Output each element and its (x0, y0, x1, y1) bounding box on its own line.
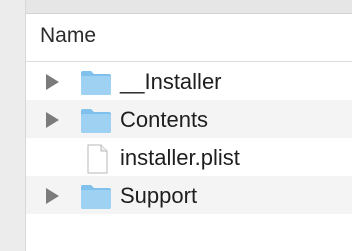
file-name: __Installer (120, 69, 222, 94)
disclosure-triangle-icon[interactable] (46, 74, 59, 90)
file-list: __Installer Contents installer.plist Sup… (26, 62, 352, 214)
sidebar-edge (0, 0, 26, 251)
list-item-installer[interactable]: __Installer (26, 62, 352, 100)
list-item-contents[interactable]: Contents (26, 100, 352, 138)
folder-icon (79, 68, 113, 96)
list-item-installer-plist[interactable]: installer.plist (26, 138, 352, 176)
finder-window: Name __Installer Contents installer.plis… (0, 0, 352, 251)
column-header[interactable]: Name (26, 14, 352, 62)
folder-icon (79, 182, 113, 210)
file-name: Support (120, 183, 198, 208)
folder-icon (79, 106, 113, 134)
name-column-header[interactable]: Name (40, 24, 96, 48)
disclosure-triangle-icon[interactable] (46, 188, 59, 204)
file-name: installer.plist (120, 145, 240, 170)
document-icon (79, 144, 113, 174)
disclosure-triangle-icon[interactable] (46, 112, 59, 128)
list-item-support[interactable]: Support (26, 176, 352, 214)
file-name: Contents (120, 107, 209, 132)
toolbar-edge (26, 0, 352, 14)
